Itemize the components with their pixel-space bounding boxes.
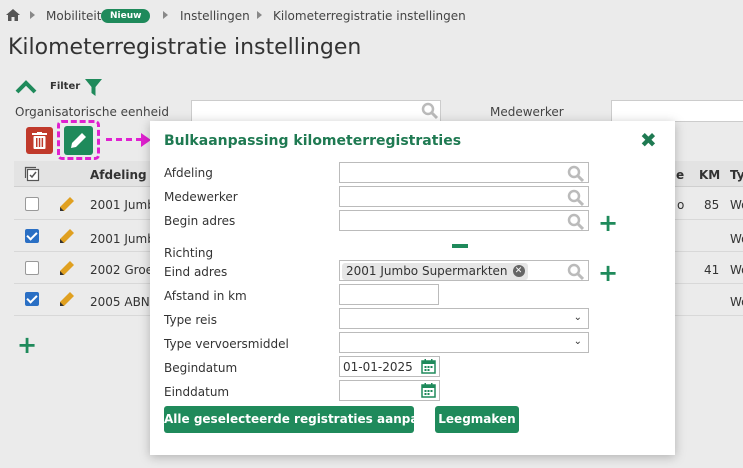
- breadcrumb-separator-icon: [257, 11, 262, 19]
- new-badge: Nieuw: [101, 9, 151, 23]
- add-row-plus-icon[interactable]: +: [17, 333, 37, 357]
- begin-adres-label: Begin adres: [164, 214, 236, 228]
- breadcrumb-item-instellingen[interactable]: Instellingen: [180, 9, 250, 23]
- einddatum-label: Einddatum: [164, 385, 230, 399]
- trash-icon: [32, 132, 47, 149]
- modal-title: Bulkaanpassing kilometerregistraties: [164, 133, 462, 149]
- afstand-label: Afstand in km: [164, 289, 247, 303]
- type-vervoer-label: Type vervoersmiddel: [164, 337, 289, 351]
- column-header-km[interactable]: KM: [699, 168, 720, 182]
- apply-all-button[interactable]: Alle geselecteerde registraties aanpasse…: [164, 406, 449, 433]
- filter-label: Filter: [50, 81, 81, 92]
- add-eind-adres-plus-icon[interactable]: +: [598, 261, 618, 285]
- calendar-icon[interactable]: [421, 383, 436, 398]
- org-unit-label: Organisatorische eenheid: [15, 105, 169, 119]
- breadcrumb-separator-icon: [30, 11, 35, 19]
- org-unit-input[interactable]: [191, 100, 441, 122]
- cell-partial: o: [677, 198, 685, 212]
- eind-adres-label: Eind adres: [164, 265, 228, 279]
- employee-filter-input[interactable]: [611, 100, 743, 122]
- row-checkbox[interactable]: [25, 261, 39, 275]
- breadcrumb-separator-icon: [163, 11, 168, 19]
- search-icon[interactable]: [421, 102, 439, 120]
- eind-adres-input[interactable]: 2001 Jumbo Supermarkten ✕: [339, 260, 589, 281]
- type-vervoer-select[interactable]: ⌄: [339, 332, 589, 353]
- delete-button[interactable]: [26, 127, 53, 154]
- afstand-input[interactable]: [339, 284, 439, 305]
- column-header-afdeling[interactable]: Afdeling: [90, 168, 147, 182]
- type-reis-label: Type reis: [164, 313, 218, 327]
- close-icon[interactable]: ✖: [640, 130, 657, 150]
- cell-km: 85: [704, 198, 720, 212]
- begindatum-label: Begindatum: [164, 361, 238, 375]
- chevron-down-icon: ⌄: [573, 336, 582, 347]
- medewerker-label: Medewerker: [164, 190, 238, 204]
- cell-afdeling: 2002 Groe: [90, 263, 154, 277]
- einddatum-input[interactable]: [339, 380, 440, 401]
- breadcrumb-item-mobiliteit[interactable]: Mobiliteit: [46, 9, 101, 23]
- breadcrumb-item-current: Kilometerregistratie instellingen: [273, 9, 466, 23]
- chevron-up-icon[interactable]: [15, 80, 37, 94]
- cell-type: Wo: [730, 263, 743, 277]
- begindatum-value: 01-01-2025: [343, 360, 413, 374]
- row-checkbox[interactable]: [25, 229, 39, 243]
- column-header-type[interactable]: Ty: [730, 168, 743, 182]
- filter-icon[interactable]: [85, 79, 102, 96]
- employee-filter-label: Medewerker: [490, 105, 564, 119]
- search-icon[interactable]: [567, 263, 584, 280]
- pencil-icon[interactable]: [59, 228, 75, 244]
- row-checkbox[interactable]: [25, 292, 39, 306]
- richting-label: Richting: [164, 246, 214, 260]
- search-icon[interactable]: [567, 165, 584, 182]
- cell-type: Wo: [730, 232, 743, 246]
- search-icon[interactable]: [567, 213, 584, 230]
- annotation-arrow: [106, 138, 142, 141]
- remove-chip-icon[interactable]: ✕: [512, 265, 525, 277]
- clear-button[interactable]: Leegmaken: [435, 406, 519, 433]
- pencil-icon[interactable]: [59, 291, 75, 307]
- home-icon[interactable]: [6, 9, 20, 21]
- row-checkbox[interactable]: [25, 197, 39, 211]
- pencil-icon[interactable]: [59, 260, 75, 276]
- chevron-down-icon: ⌄: [573, 312, 582, 323]
- chip-label: 2001 Jumbo Supermarkten: [346, 264, 508, 278]
- page-title: Kilometerregistratie instellingen: [8, 35, 362, 60]
- cell-afdeling: 2001 Jumb: [90, 198, 155, 212]
- cell-type: Wo: [730, 295, 743, 309]
- selected-address-chip: 2001 Jumbo Supermarkten ✕: [342, 263, 528, 280]
- minus-icon[interactable]: [452, 244, 468, 248]
- select-all-icon[interactable]: [24, 166, 40, 182]
- afdeling-label: Afdeling: [164, 166, 213, 180]
- column-header-partial[interactable]: e: [676, 168, 684, 182]
- bulk-edit-modal: Bulkaanpassing kilometerregistraties ✖ A…: [150, 121, 675, 455]
- cell-type: Wo: [730, 198, 743, 212]
- search-icon[interactable]: [567, 189, 584, 206]
- begin-adres-input[interactable]: [339, 210, 589, 231]
- medewerker-input[interactable]: [339, 186, 589, 207]
- begindatum-input[interactable]: 01-01-2025: [339, 356, 440, 377]
- highlight-frame: [57, 120, 100, 160]
- pencil-icon[interactable]: [59, 196, 75, 212]
- cell-afdeling: 2005 ABN: [90, 295, 150, 309]
- add-begin-adres-plus-icon[interactable]: +: [598, 211, 618, 235]
- cell-afdeling: 2001 Jumb: [90, 232, 155, 246]
- type-reis-select[interactable]: ⌄: [339, 308, 589, 329]
- afdeling-input[interactable]: [339, 162, 589, 183]
- cell-km: 41: [704, 263, 720, 277]
- calendar-icon[interactable]: [421, 359, 436, 374]
